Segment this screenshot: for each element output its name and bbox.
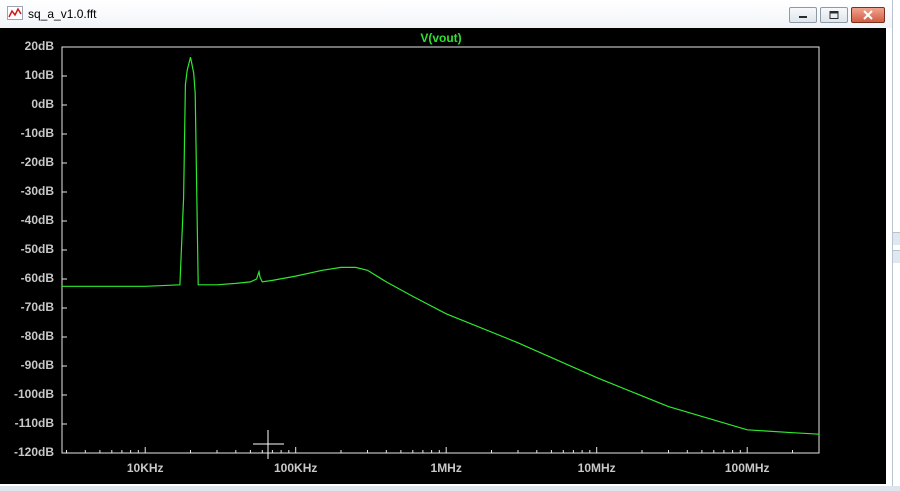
y-tick-label: -10dB (20, 126, 54, 140)
plot-frame (61, 46, 820, 454)
y-tick-label: -70dB (20, 300, 54, 314)
background-window-mark (893, 250, 900, 263)
minimize-button[interactable] (789, 7, 817, 23)
taskbar-edge (0, 486, 900, 491)
x-tick-label: 1MHz (430, 461, 462, 475)
waveform-icon (7, 6, 23, 20)
x-tick-label: 10MHz (577, 461, 616, 475)
background-window-mark (893, 232, 900, 245)
window-title: sq_a_v1.0.fft (28, 7, 97, 21)
y-tick-label: -80dB (20, 329, 54, 343)
x-tick-label: 10KHz (126, 461, 164, 475)
y-tick-label: -20dB (20, 155, 54, 169)
y-tick-label: -100dB (13, 387, 54, 401)
fft-waveform-window: sq_a_v1.0.fft V(vout) 20dB 10dB 0dB -10d… (0, 0, 893, 488)
trace-title[interactable]: V(vout) (62, 31, 820, 45)
y-tick-label: -30dB (20, 184, 54, 198)
y-tick-label: 0dB (31, 97, 54, 111)
y-tick-marks (62, 46, 67, 454)
close-icon (863, 10, 873, 20)
y-tick-label: -120dB (13, 445, 54, 459)
y-tick-label: -60dB (20, 271, 54, 285)
y-tick-label: -50dB (20, 242, 54, 256)
title-bar[interactable]: sq_a_v1.0.fft (0, 0, 892, 28)
y-tick-label: -90dB (20, 358, 54, 372)
y-tick-label: -40dB (20, 213, 54, 227)
x-tick-marks (66, 447, 820, 453)
y-tick-label: -110dB (14, 416, 54, 430)
x-tick-label: 100KHz (274, 461, 318, 475)
trace-vout (62, 56, 820, 435)
y-tick-label: 10dB (24, 68, 54, 82)
plot-pane[interactable]: V(vout) 20dB 10dB 0dB -10dB -20dB -30dB -40dB -… (0, 28, 886, 484)
plot-canvas[interactable] (0, 28, 886, 484)
x-tick-label: 100MHz (724, 461, 770, 475)
cursor-crosshair (253, 430, 284, 459)
close-button[interactable] (851, 7, 885, 23)
maximize-button[interactable] (820, 7, 848, 23)
y-tick-label: 20dB (24, 39, 54, 53)
maximize-icon (829, 11, 839, 19)
minimize-icon (799, 16, 807, 18)
background-window-edge (893, 0, 900, 491)
